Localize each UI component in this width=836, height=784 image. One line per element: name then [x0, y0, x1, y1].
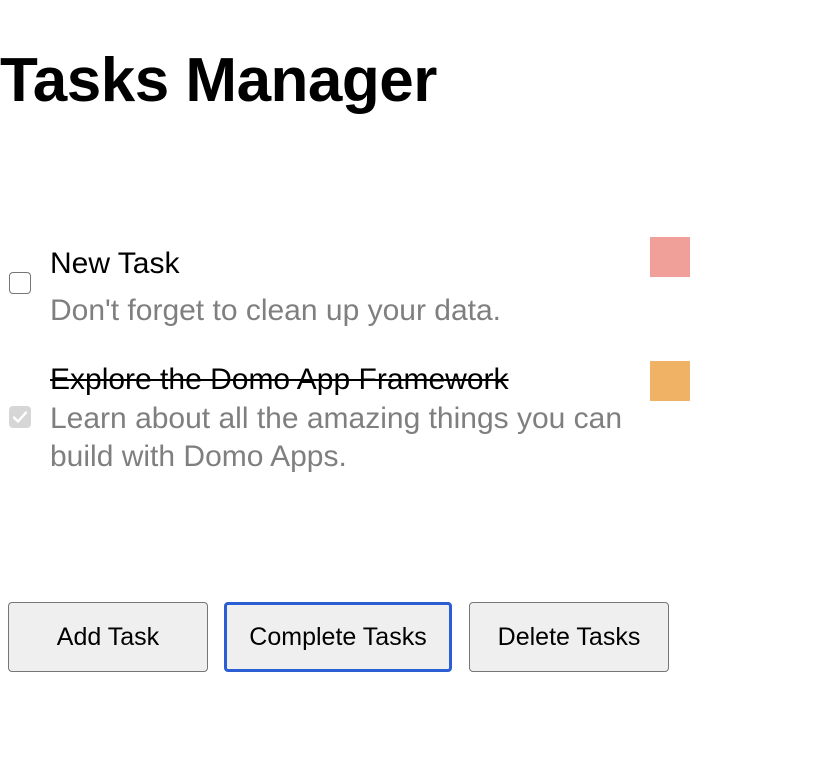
task-color-swatch — [650, 361, 690, 401]
complete-tasks-button[interactable]: Complete Tasks — [224, 602, 452, 672]
checkmark-icon — [12, 411, 28, 423]
task-checkbox-checked[interactable] — [9, 406, 31, 428]
page-title: Tasks Manager — [0, 46, 437, 115]
add-task-button[interactable]: Add Task — [8, 602, 208, 672]
task-description: Learn about all the amazing things you c… — [50, 402, 623, 473]
task-title: Explore the Domo App Framework — [50, 363, 509, 396]
task-title: New Task — [50, 247, 180, 280]
task-color-swatch — [650, 237, 690, 277]
tasks-manager-page: Tasks Manager New Task Don't forget to c… — [0, 0, 836, 784]
task-checkbox-unchecked[interactable] — [9, 272, 31, 294]
delete-tasks-button[interactable]: Delete Tasks — [469, 602, 669, 672]
task-description: Don't forget to clean up your data. — [50, 294, 502, 327]
